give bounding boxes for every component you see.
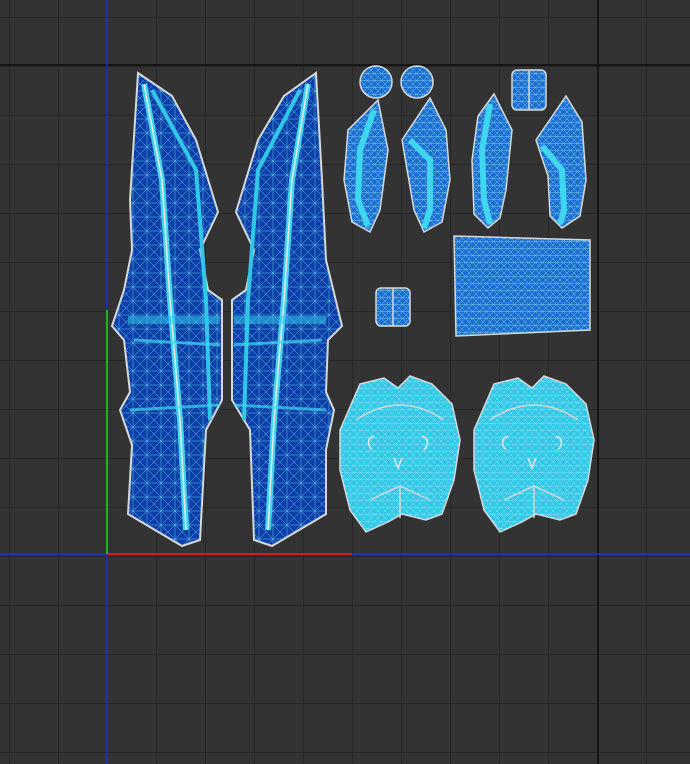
island-wing-b[interactable]: [401, 96, 451, 234]
uv-canvas[interactable]: [0, 0, 690, 764]
island-skull-right[interactable]: [473, 375, 595, 533]
island-blade-right[interactable]: [231, 71, 344, 548]
island-blade-left[interactable]: [110, 71, 223, 548]
island-wing-c[interactable]: [471, 92, 513, 230]
island-wing-d[interactable]: [535, 94, 587, 229]
island-skull-left[interactable]: [339, 375, 461, 533]
island-small-cap-top[interactable]: [511, 69, 547, 111]
island-small-cap-mid[interactable]: [375, 287, 411, 327]
uv-axes: [0, 0, 690, 764]
island-wing-a[interactable]: [343, 98, 389, 234]
island-disc-right[interactable]: [400, 65, 434, 99]
uv-editor-viewport[interactable]: [0, 0, 690, 764]
island-square-patch[interactable]: [453, 235, 591, 337]
island-disc-left[interactable]: [359, 65, 393, 99]
major-grid: [0, 0, 690, 764]
